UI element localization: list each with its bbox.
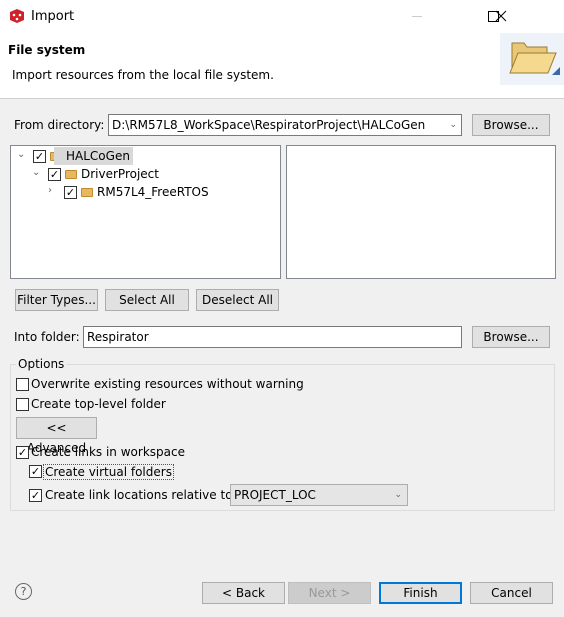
into-folder-label: Into folder:	[14, 330, 80, 344]
close-icon[interactable]	[495, 10, 507, 22]
top-level-folder-label[interactable]: Create top-level folder	[31, 397, 166, 411]
folder-tree[interactable]: ⌄ ✓ HALCoGen ⌄ ✓ DriverProject › ✓ RM57L…	[10, 145, 281, 279]
advanced-button[interactable]: << Advanced	[16, 417, 97, 455]
page-description: Import resources from the local file sys…	[12, 68, 274, 82]
into-folder-browse-button[interactable]: Browse...	[472, 326, 550, 348]
app-icon	[10, 9, 24, 23]
from-directory-value: D:\RM57L8_WorkSpace\RespiratorProject\HA…	[112, 118, 426, 132]
minimize-icon[interactable]	[412, 16, 422, 17]
create-links-checkbox[interactable]: ✓	[16, 446, 29, 459]
folder-icon	[81, 188, 93, 197]
from-directory-label: From directory:	[14, 118, 105, 132]
virtual-folders-label[interactable]: Create virtual folders	[43, 464, 174, 480]
overwrite-label[interactable]: Overwrite existing resources without war…	[31, 377, 304, 391]
tree-item-label: HALCoGen	[54, 147, 133, 165]
checkbox[interactable]: ✓	[48, 168, 61, 181]
relative-to-label[interactable]: Create link locations relative to:	[45, 488, 237, 502]
chevron-down-icon[interactable]: ⌄	[17, 149, 25, 160]
page-title: File system	[8, 43, 86, 57]
help-icon[interactable]: ?	[15, 583, 32, 600]
folder-banner-icon	[500, 33, 564, 85]
cancel-button[interactable]: Cancel	[470, 582, 553, 604]
next-button[interactable]: Next >	[288, 582, 371, 604]
tree-item-rm57l4-freertos[interactable]: › ✓ RM57L4_FreeRTOS	[11, 183, 282, 201]
filter-types-button[interactable]: Filter Types...	[15, 289, 98, 311]
deselect-all-button[interactable]: Deselect All	[196, 289, 279, 311]
chevron-down-icon[interactable]: ⌄	[32, 167, 40, 178]
select-all-button[interactable]: Select All	[105, 289, 189, 311]
chevron-down-icon[interactable]: ⌄	[449, 115, 457, 135]
back-button[interactable]: < Back	[202, 582, 285, 604]
relative-to-checkbox[interactable]: ✓	[29, 489, 42, 502]
chevron-down-icon[interactable]: ⌄	[394, 485, 402, 505]
top-level-folder-checkbox[interactable]	[16, 398, 29, 411]
tree-item-halcogen[interactable]: ⌄ ✓ HALCoGen	[11, 146, 282, 166]
create-links-label[interactable]: Create links in workspace	[31, 445, 185, 459]
finish-button[interactable]: Finish	[379, 582, 462, 604]
from-directory-combo[interactable]: D:\RM57L8_WorkSpace\RespiratorProject\HA…	[108, 114, 462, 136]
tree-item-label: RM57L4_FreeRTOS	[97, 185, 209, 199]
window-title: Import	[31, 9, 75, 24]
tree-item-label: DriverProject	[81, 167, 159, 181]
options-title: Options	[16, 357, 67, 371]
wizard-header: File system Import resources from the lo…	[0, 33, 564, 99]
into-folder-input[interactable]: Respirator	[83, 326, 462, 348]
checkbox[interactable]: ✓	[33, 150, 46, 163]
overwrite-checkbox[interactable]	[16, 378, 29, 391]
from-directory-browse-button[interactable]: Browse...	[472, 114, 550, 136]
title-bar: Import	[0, 0, 564, 33]
folder-icon	[65, 170, 77, 179]
chevron-right-icon[interactable]: ›	[48, 185, 52, 196]
virtual-folders-checkbox[interactable]: ✓	[29, 465, 42, 478]
checkbox[interactable]: ✓	[64, 186, 77, 199]
relative-to-select[interactable]: PROJECT_LOC ⌄	[230, 484, 408, 506]
tree-item-driverproject[interactable]: ⌄ ✓ DriverProject	[11, 165, 282, 183]
relative-to-value: PROJECT_LOC	[234, 488, 316, 502]
file-list[interactable]	[286, 145, 556, 279]
